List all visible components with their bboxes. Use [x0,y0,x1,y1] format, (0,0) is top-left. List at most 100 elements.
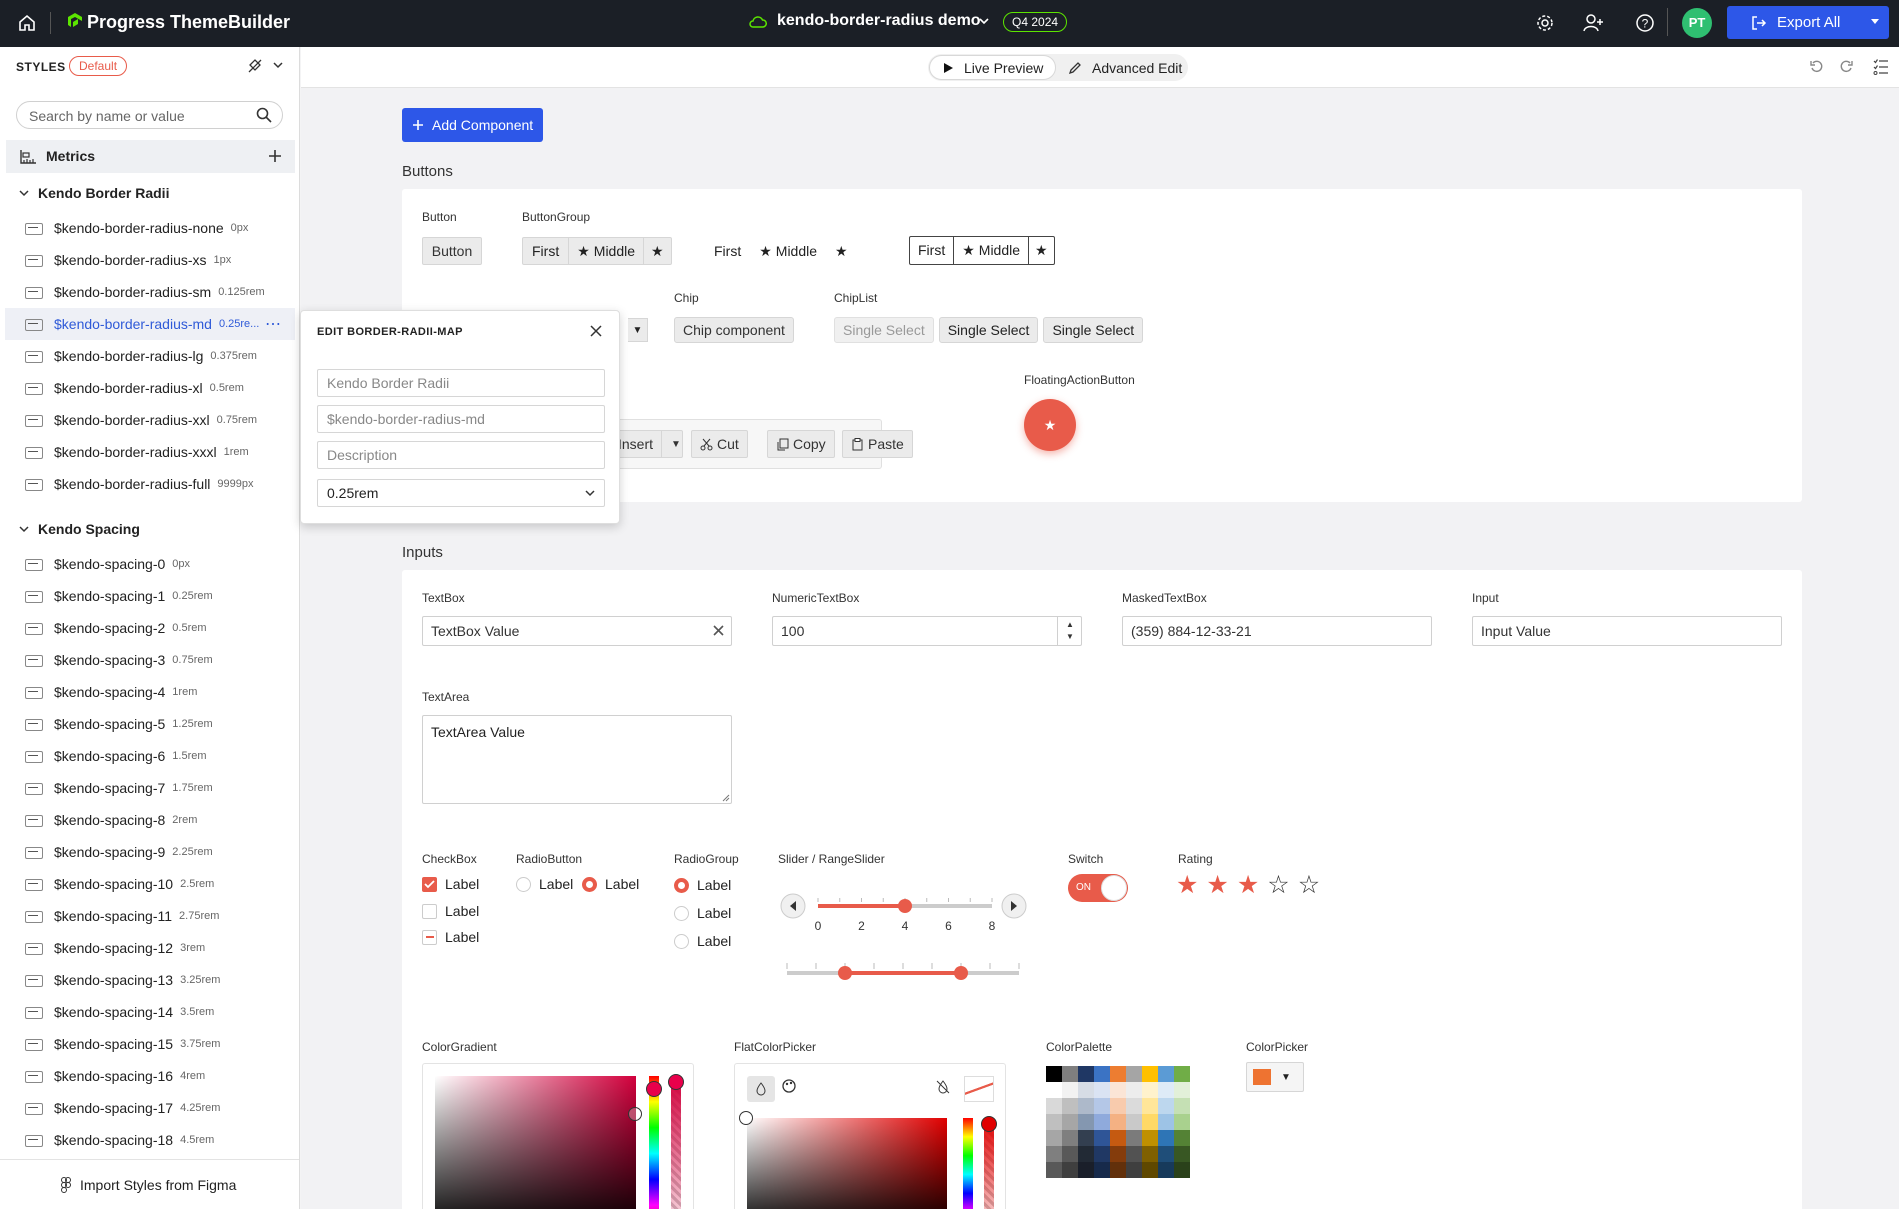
palette-swatch[interactable] [1110,1066,1126,1082]
sidebar-variable-item[interactable]: $kendo-spacing-9 2.25rem [5,836,295,868]
group-field[interactable]: Kendo Border Radii [317,369,605,397]
palette-swatch[interactable] [1094,1098,1110,1114]
palette-swatch[interactable] [1078,1146,1094,1162]
export-all-button[interactable]: Export All [1727,6,1889,39]
alpha-slider[interactable] [671,1076,681,1209]
default-badge[interactable]: Default [69,56,128,76]
spin-down-icon[interactable]: ▼ [1066,632,1074,641]
palette-swatch[interactable] [1094,1066,1110,1082]
hue-handle[interactable] [646,1081,662,1097]
metrics-header[interactable]: Metrics [6,140,295,173]
chip-item[interactable]: Single Select [938,317,1039,343]
gradient-canvas[interactable] [747,1118,947,1209]
palette-swatch[interactable] [1046,1082,1062,1098]
palette-swatch[interactable] [1046,1114,1062,1130]
sidebar-variable-item[interactable]: $kendo-border-radius-xl 0.5rem [5,372,295,404]
alpha-handle[interactable] [668,1074,684,1090]
palette-swatch[interactable] [1174,1066,1190,1082]
paste-button[interactable]: Paste [842,430,913,458]
palette-swatch[interactable] [1062,1098,1078,1114]
sidebar-variable-item[interactable]: $kendo-spacing-7 1.75rem [5,772,295,804]
textarea[interactable]: TextArea Value [422,715,732,804]
color-picker[interactable]: ▼ [1246,1062,1304,1092]
palette-swatch[interactable] [1158,1082,1174,1098]
palette-swatch[interactable] [1126,1098,1142,1114]
import-figma-button[interactable]: Import Styles from Figma [60,1177,236,1193]
checklist-icon[interactable] [1873,58,1889,76]
gradient-handle[interactable] [739,1111,753,1125]
color-gradient[interactable] [422,1063,694,1209]
palette-swatch[interactable] [1094,1114,1110,1130]
bg-outline-first-button[interactable]: First [910,237,955,264]
undo-icon[interactable] [1809,59,1825,75]
palette-swatch[interactable] [1094,1146,1110,1162]
sidebar-variable-item[interactable]: $kendo-spacing-14 3.5rem [5,996,295,1028]
sidebar-variable-item[interactable]: $kendo-spacing-0 0px [5,548,295,580]
sidebar-variable-item[interactable]: $kendo-spacing-12 3rem [5,932,295,964]
bg-flat-first-button[interactable]: First [714,243,741,259]
star-icon[interactable]: ★ [1206,870,1228,900]
star-icon[interactable]: ★ [835,243,848,260]
palette-swatch[interactable] [1142,1130,1158,1146]
drop-slash-icon[interactable] [935,1079,951,1095]
palette-swatch[interactable] [1126,1114,1142,1130]
avatar[interactable]: PT [1682,8,1712,38]
description-field[interactable]: Description [317,441,605,469]
paint-bucket-icon[interactable] [247,58,265,74]
palette-swatch[interactable] [1094,1082,1110,1098]
resize-handle-icon[interactable] [722,794,730,802]
palette-swatch[interactable] [1078,1114,1094,1130]
add-component-button[interactable]: Add Component [402,108,544,142]
sidebar-variable-item[interactable]: $kendo-spacing-15 3.75rem [5,1028,295,1060]
chip[interactable]: Chip component [674,317,794,343]
caret-down-icon[interactable]: ▼ [666,439,686,450]
sidebar-variable-item[interactable]: $kendo-spacing-16 4rem [5,1060,295,1092]
spin-up-icon[interactable]: ▲ [1066,620,1074,629]
palette-swatch[interactable] [1046,1066,1062,1082]
checkbox-indeterminate[interactable]: Label [422,929,479,945]
demo-button[interactable]: Button [422,237,482,265]
palette-swatch[interactable] [1110,1162,1126,1178]
sidebar-variable-item[interactable]: $kendo-border-radius-xs 1px [5,244,295,276]
palette-swatch[interactable] [1110,1098,1126,1114]
sidebar-variable-item[interactable]: $kendo-border-radius-xxxl 1rem [5,436,295,468]
color-palette[interactable] [1046,1066,1206,1178]
cut-button[interactable]: Cut [691,430,748,458]
bg-flat-middle-button[interactable]: ★ Middle [759,243,817,260]
star-icon[interactable]: ★ [1176,870,1198,900]
search-input[interactable]: Search by name or value [16,101,283,129]
alpha-handle[interactable] [981,1116,997,1132]
bg-middle-button[interactable]: ★ Middle [569,238,645,264]
chevron-down-icon[interactable] [272,60,284,70]
radiogroup-item[interactable]: Label [674,877,731,893]
radiogroup-item[interactable]: Label [674,905,731,921]
search-icon[interactable] [256,107,272,123]
hue-slider[interactable] [963,1118,973,1209]
caret-down-icon[interactable] [1870,16,1880,26]
palette-swatch[interactable] [1174,1098,1190,1114]
bg-first-button[interactable]: First [523,238,570,264]
palette-swatch[interactable] [1110,1130,1126,1146]
star-icon[interactable]: ☆ [1267,870,1289,900]
name-field[interactable]: $kendo-border-radius-md [317,405,605,433]
add-user-icon[interactable] [1583,13,1605,33]
gradient-view-icon[interactable] [747,1076,775,1102]
clear-icon[interactable] [713,625,724,636]
palette-swatch[interactable] [1126,1082,1142,1098]
sidebar-variable-item[interactable]: $kendo-border-radius-lg 0.375rem [5,340,295,372]
masked-textbox[interactable]: (359) 884-12-33-21 [1122,616,1432,646]
palette-swatch[interactable] [1094,1130,1110,1146]
chevron-down-icon[interactable] [978,14,990,28]
gradient-handle[interactable] [628,1107,642,1121]
palette-swatch[interactable] [1062,1130,1078,1146]
sidebar-variable-item[interactable]: $kendo-spacing-8 2rem [5,804,295,836]
palette-swatch[interactable] [1158,1146,1174,1162]
palette-swatch[interactable] [1046,1130,1062,1146]
palette-swatch[interactable] [1126,1162,1142,1178]
value-dropdown[interactable]: 0.25rem [317,479,605,507]
palette-swatch[interactable] [1174,1130,1190,1146]
palette-swatch[interactable] [1142,1162,1158,1178]
palette-swatch[interactable] [1174,1082,1190,1098]
palette-swatch[interactable] [1062,1146,1078,1162]
palette-swatch[interactable] [1110,1114,1126,1130]
